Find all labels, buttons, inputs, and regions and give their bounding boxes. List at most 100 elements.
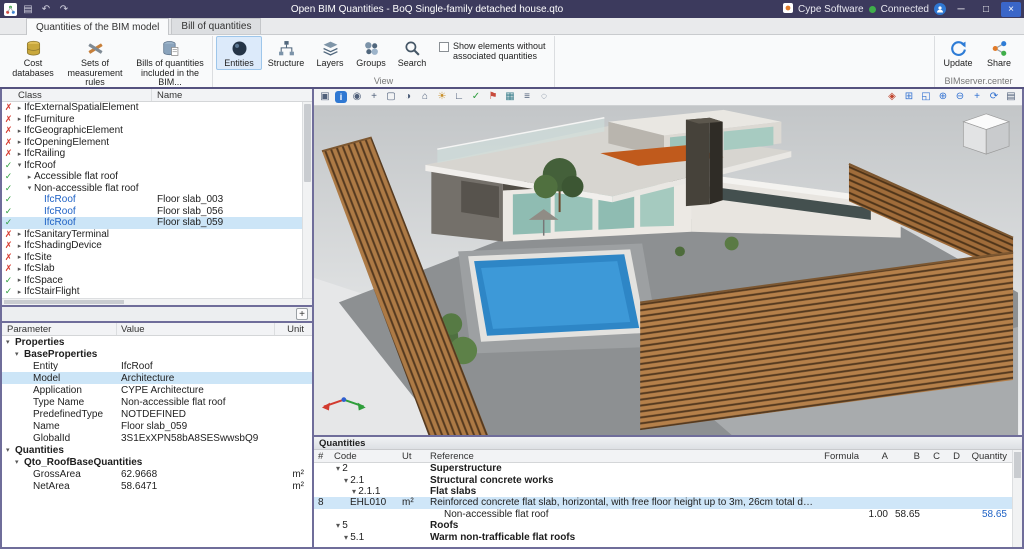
layers-button[interactable]: Layers [310, 36, 350, 70]
screen-icon[interactable]: ▣ [318, 91, 332, 104]
tree-row[interactable]: ✗▸IfcRailing [2, 148, 302, 160]
tree-row[interactable]: ✓▸IfcStairFlight [2, 286, 302, 298]
expander-icon[interactable]: ▾ [15, 350, 24, 358]
qty-col-header[interactable]: Formula [817, 451, 863, 462]
qty-col-header[interactable]: Reference [430, 451, 817, 462]
tree-row[interactable]: ✗▸IfcShadingDevice [2, 240, 302, 252]
flag-icon[interactable]: ⚑ [486, 91, 500, 104]
expander-icon[interactable]: ▸ [15, 127, 24, 135]
search-button[interactable]: Search [392, 36, 432, 70]
parameter-row[interactable]: ▾Qto_RoofBaseQuantities [2, 456, 312, 468]
tree-row[interactable]: ✓IfcRoofFloor slab_056 [2, 206, 302, 218]
show-elements-checkbox[interactable] [439, 42, 449, 52]
panel-splitter[interactable]: + [2, 307, 312, 321]
parameter-row[interactable]: ModelArchitecture [2, 372, 312, 384]
parameter-row[interactable]: ▾BaseProperties [2, 348, 312, 360]
parameter-row[interactable]: EntityIfcRoof [2, 360, 312, 372]
measurement-rules-button[interactable]: Sets of measurement rules [60, 36, 130, 89]
share-button[interactable]: Share [979, 36, 1019, 70]
expander-icon[interactable]: ▸ [15, 104, 24, 112]
tree-row[interactable]: ✗▸IfcSanitaryTerminal [2, 229, 302, 241]
3d-scene[interactable] [314, 106, 1022, 435]
expander-icon[interactable]: ▾ [25, 184, 34, 192]
tree-row[interactable]: ✓▾IfcRoof [2, 160, 302, 172]
tree-row[interactable]: ✓▸Accessible flat roof [2, 171, 302, 183]
zoom-in-icon[interactable]: ⊕ [936, 91, 950, 104]
expander-icon[interactable]: ▾ [15, 458, 24, 466]
undo-icon[interactable]: ↶ [39, 2, 53, 16]
zoom-window-icon[interactable]: ⊞ [902, 91, 916, 104]
minimize-button[interactable]: ─ [951, 2, 971, 17]
qty-col-header[interactable]: # [314, 451, 334, 462]
quantities-row[interactable]: ▾ 2.1Structural concrete works [314, 474, 1022, 485]
tree-row[interactable]: ✗▸IfcOpeningElement [2, 137, 302, 149]
expander-icon[interactable]: ▸ [15, 150, 24, 158]
expander-icon[interactable]: ▾ [6, 446, 15, 454]
parameter-row[interactable]: ▾Properties [2, 336, 312, 348]
param-col-parameter[interactable]: Parameter [2, 323, 117, 335]
expander-icon[interactable]: ▸ [15, 230, 24, 238]
print-icon[interactable]: ▤ [1004, 91, 1018, 104]
tree-col-name[interactable]: Name [152, 90, 312, 101]
tree-row[interactable]: ✗▸IfcSlab [2, 263, 302, 275]
parameter-row[interactable]: GrossArea62.9668m² [2, 468, 312, 480]
structure-button[interactable]: Structure [263, 36, 309, 70]
quantities-row[interactable]: ▾ 2.1.1Flat slabs [314, 486, 1022, 497]
parameter-row[interactable]: ▾Quantities [2, 444, 312, 456]
expander-icon[interactable]: ▸ [15, 242, 24, 250]
parameter-row[interactable]: PredefinedTypeNOTDEFINED [2, 408, 312, 420]
tree-vertical-scrollbar[interactable] [302, 102, 312, 298]
add-button[interactable]: + [296, 308, 308, 320]
tree-row[interactable]: ✓IfcRoofFloor slab_059 [2, 217, 302, 229]
qty-col-header[interactable]: A [863, 451, 891, 462]
zoom-out-icon[interactable]: ⊖ [953, 91, 967, 104]
quantities-row[interactable]: 8EHL010m²Reinforced concrete flat slab, … [314, 497, 1022, 508]
measure-icon[interactable]: ∟ [452, 91, 466, 104]
orbit-icon[interactable]: ⟳ [987, 91, 1001, 104]
expander-icon[interactable]: ▸ [15, 276, 24, 284]
tree-row[interactable]: ✗▸IfcFurniture [2, 114, 302, 126]
qty-col-header[interactable]: B [891, 451, 923, 462]
quantities-row[interactable]: Non-accessible flat roof1.0058.6558.65 [314, 509, 1022, 520]
cost-databases-button[interactable]: Cost databases [7, 36, 59, 79]
maximize-button[interactable]: □ [976, 2, 996, 17]
qty-col-header[interactable]: C [923, 451, 943, 462]
redo-icon[interactable]: ↷ [57, 2, 71, 16]
expander-icon[interactable]: ▾ [15, 161, 24, 169]
quantities-row[interactable]: ▾ 5Roofs [314, 520, 1022, 531]
account-icon[interactable] [934, 3, 946, 15]
param-col-value[interactable]: Value [117, 323, 275, 335]
parameter-row[interactable]: ApplicationCYPE Architecture [2, 384, 312, 396]
qty-col-header[interactable]: Ut [402, 451, 430, 462]
tree-col-class[interactable]: Class [2, 89, 152, 101]
select-icon[interactable]: + [367, 91, 381, 104]
parameter-row[interactable]: GlobalId3S1ExXPN58bA8SESwwsbQ9 [2, 432, 312, 444]
tab-quantities-of-bim-model[interactable]: Quantities of the BIM model [26, 18, 169, 35]
entities-button[interactable]: Entities [216, 36, 262, 70]
zoom-extents-icon[interactable]: ◱ [919, 91, 933, 104]
quantities-row[interactable]: ▾ 2Superstructure [314, 463, 1022, 474]
navigation-cube[interactable] [963, 114, 1009, 154]
save-icon[interactable]: ▤ [21, 2, 35, 16]
info-icon[interactable]: i [335, 91, 347, 103]
pan-icon[interactable]: + [970, 91, 984, 104]
expander-icon[interactable]: ▸ [15, 265, 24, 273]
bills-of-quantities-button[interactable]: Bills of quantities included in the BIM.… [131, 36, 209, 89]
eye-icon[interactable]: ◉ [350, 91, 364, 104]
tree-row[interactable]: ✓IfcRoofFloor slab_003 [2, 194, 302, 206]
show-elements-checkbox-row[interactable]: Show elements without associated quantit… [433, 36, 551, 62]
tab-bill-of-quantities[interactable]: Bill of quantities [171, 18, 261, 34]
tree-horizontal-scrollbar[interactable] [2, 298, 312, 305]
validate-icon[interactable]: ✓ [469, 91, 483, 104]
tree-row[interactable]: ✓▾Non-accessible flat roof [2, 183, 302, 195]
texture-icon[interactable]: ▦ [503, 91, 517, 104]
tree-row[interactable]: ✗▸IfcSite [2, 252, 302, 264]
quantities-vertical-scrollbar[interactable] [1012, 450, 1022, 547]
expander-icon[interactable]: ▸ [25, 173, 34, 181]
box-icon[interactable]: ▢ [384, 91, 398, 104]
tree-row[interactable]: ✗▸IfcGeographicElement [2, 125, 302, 137]
hidden-elements-icon[interactable]: ◌ [537, 91, 551, 104]
tree-row[interactable]: ✓▸IfcSpace [2, 275, 302, 287]
close-button[interactable]: × [1001, 2, 1021, 17]
qty-col-header[interactable]: D [943, 451, 963, 462]
